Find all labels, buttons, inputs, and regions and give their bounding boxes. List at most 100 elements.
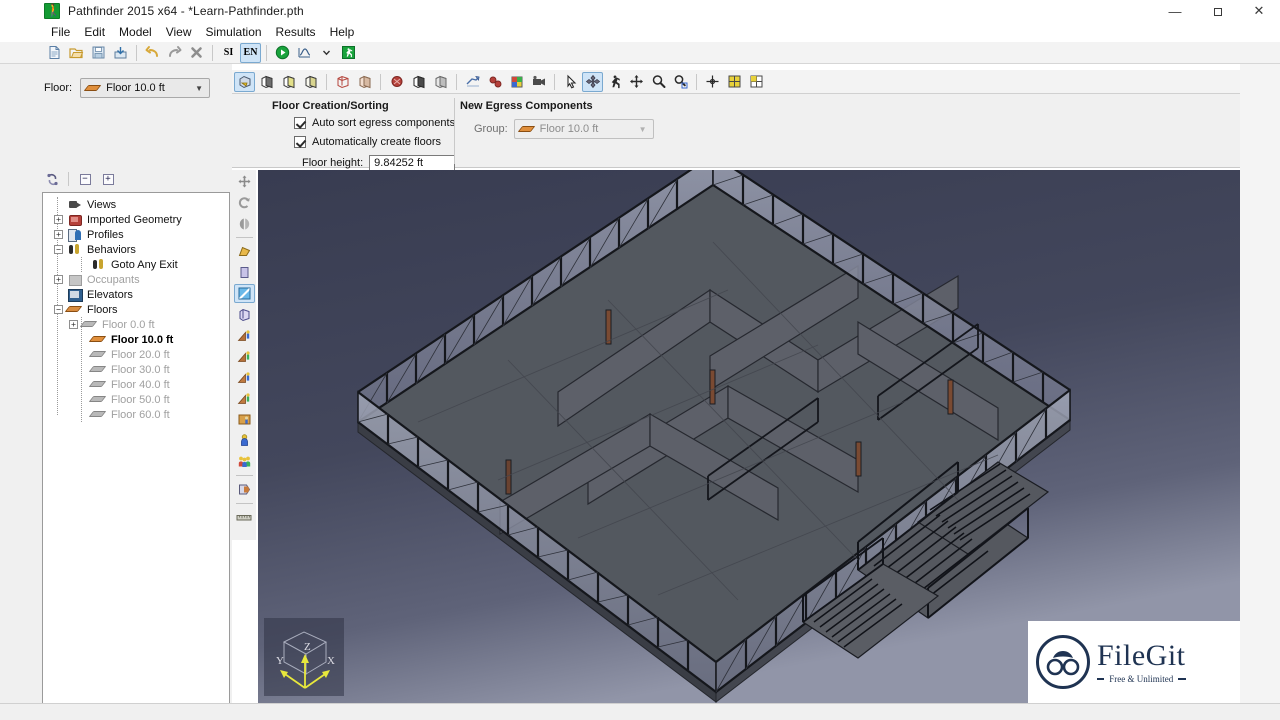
open-file-button[interactable] — [66, 43, 87, 63]
tree-node-floor-10[interactable]: Floor 10.0 ft — [45, 332, 229, 347]
minimize-button[interactable]: — — [1154, 0, 1196, 22]
draw-ramp-tool[interactable] — [234, 305, 255, 324]
auto-sort-checkbox[interactable] — [294, 117, 306, 129]
floor-selector-value: Floor 10.0 ft — [106, 82, 165, 94]
zoom-button[interactable] — [648, 72, 669, 92]
tree-expander[interactable]: − — [54, 305, 63, 314]
save-file-button[interactable] — [88, 43, 109, 63]
tree-node-floor-60[interactable]: Floor 60.0 ft — [45, 407, 229, 422]
tree-node-profiles[interactable]: + Profiles — [45, 227, 229, 242]
navigate-mode-button[interactable] — [582, 71, 603, 92]
select-mode-button[interactable] — [560, 72, 581, 92]
view-mesh-button[interactable] — [462, 72, 483, 92]
view-wireframe-button[interactable] — [332, 72, 353, 92]
orbit-icon — [585, 74, 600, 89]
pan-button[interactable] — [626, 72, 647, 92]
menu-file[interactable]: File — [44, 23, 77, 41]
units-en-button[interactable]: EN — [240, 42, 261, 63]
results-dropdown-button[interactable] — [316, 43, 337, 63]
tree-expander[interactable]: + — [54, 215, 63, 224]
tree-node-floors[interactable]: − Floors — [45, 302, 229, 317]
view-solid-button[interactable] — [256, 72, 277, 92]
menu-model[interactable]: Model — [112, 23, 159, 41]
tree-node-floor-20[interactable]: Floor 20.0 ft — [45, 347, 229, 362]
tree-node-goto-any-exit[interactable]: Goto Any Exit — [45, 257, 229, 272]
draw-room-tool[interactable] — [234, 242, 255, 261]
move-tool[interactable] — [234, 172, 255, 191]
snap-button[interactable] — [702, 72, 723, 92]
menu-edit[interactable]: Edit — [77, 23, 112, 41]
add-stair-person-tool[interactable] — [234, 368, 255, 387]
export-button[interactable] — [110, 43, 131, 63]
tree-expander[interactable]: + — [69, 320, 78, 329]
occupant-mode-button[interactable] — [604, 72, 625, 92]
add-exit-2-tool[interactable] — [234, 347, 255, 366]
measure-tool[interactable] — [234, 508, 255, 527]
maximize-button[interactable] — [1196, 0, 1238, 22]
sync-view-button[interactable] — [42, 170, 62, 188]
results-plot-button[interactable] — [294, 43, 315, 63]
tree-node-occupants[interactable]: + Occupants — [45, 272, 229, 287]
auto-sort-row[interactable]: Auto sort egress components — [294, 115, 455, 131]
menu-results[interactable]: Results — [269, 23, 323, 41]
add-occupant-tool[interactable] — [234, 431, 255, 450]
view-select-button[interactable] — [234, 71, 255, 92]
redo-button[interactable] — [164, 43, 185, 63]
close-button[interactable]: ✕ — [1238, 0, 1280, 22]
add-ramp-person-tool[interactable] — [234, 389, 255, 408]
tree-node-floor-40[interactable]: Floor 40.0 ft — [45, 377, 229, 392]
main-toolbar: SI EN — [0, 42, 1280, 64]
tree-node-floor-50[interactable]: Floor 50.0 ft — [45, 392, 229, 407]
filegit-watermark: FileGit Free & Unlimited — [1028, 621, 1240, 703]
tree-expander[interactable]: − — [54, 245, 63, 254]
run-simulation-button[interactable] — [272, 43, 293, 63]
tree-node-floor-30[interactable]: Floor 30.0 ft — [45, 362, 229, 377]
menu-help[interactable]: Help — [323, 23, 362, 41]
draw-stair-tool[interactable] — [233, 284, 255, 303]
mirror-tool[interactable] — [234, 214, 255, 233]
viewer-button[interactable] — [338, 43, 359, 63]
auto-create-checkbox[interactable] — [294, 136, 306, 148]
add-occupant-group-tool[interactable] — [234, 452, 255, 471]
tree-node-views[interactable]: Views — [45, 197, 229, 212]
rotate-tool[interactable] — [234, 193, 255, 212]
tree-node-floor-0[interactable]: + Floor 0.0 ft — [45, 317, 229, 332]
grid-settings-button[interactable] — [746, 72, 767, 92]
view-camera-button[interactable] — [528, 72, 549, 92]
view-navmesh-button[interactable] — [484, 72, 505, 92]
menu-view[interactable]: View — [159, 23, 199, 41]
zoom-window-button[interactable] — [670, 72, 691, 92]
view-outline-button[interactable] — [300, 72, 321, 92]
floor-slab-grey-icon — [79, 318, 98, 331]
egress-group-dropdown[interactable]: Floor 10.0 ft ▼ — [513, 119, 654, 139]
tree-expander[interactable]: + — [54, 230, 63, 239]
undo-button[interactable] — [142, 43, 163, 63]
floor-height-input[interactable]: 9.84252 ft — [369, 154, 456, 172]
view-colormap-button[interactable] — [506, 72, 527, 92]
draw-door-tool[interactable] — [234, 263, 255, 282]
add-source-tool[interactable] — [234, 480, 255, 499]
new-file-button[interactable] — [44, 43, 65, 63]
model-viewport-3d[interactable]: Z Y X FileGit Free & Unlimited — [258, 170, 1240, 703]
room-polygon-icon — [238, 246, 250, 256]
tree-node-elevators[interactable]: Elevators — [45, 287, 229, 302]
menu-simulation[interactable]: Simulation — [199, 23, 269, 41]
model-tree-panel[interactable]: Views + Imported Geometry + Profiles − B… — [42, 192, 230, 720]
floor-selector-dropdown[interactable]: Floor 10.0 ft ▼ — [80, 78, 211, 98]
tree-node-imported-geometry[interactable]: + Imported Geometry — [45, 212, 229, 227]
grid-button[interactable] — [724, 72, 745, 92]
units-si-button[interactable]: SI — [218, 43, 239, 63]
delete-button[interactable] — [186, 43, 207, 63]
view-ceiling-box-button[interactable] — [430, 72, 451, 92]
auto-create-row[interactable]: Automatically create floors — [294, 134, 455, 150]
view-floor-box-button[interactable] — [408, 72, 429, 92]
view-geometry-button[interactable] — [386, 72, 407, 92]
tree-node-behaviors[interactable]: − Behaviors — [45, 242, 229, 257]
view-shaded-button[interactable] — [278, 72, 299, 92]
tree-expander[interactable]: + — [54, 275, 63, 284]
collapse-all-button[interactable]: − — [75, 170, 95, 188]
add-elevator-tool[interactable] — [234, 410, 255, 429]
expand-all-button[interactable]: + — [98, 170, 118, 188]
add-exit-tool[interactable] — [234, 326, 255, 345]
view-transparent-button[interactable] — [354, 72, 375, 92]
